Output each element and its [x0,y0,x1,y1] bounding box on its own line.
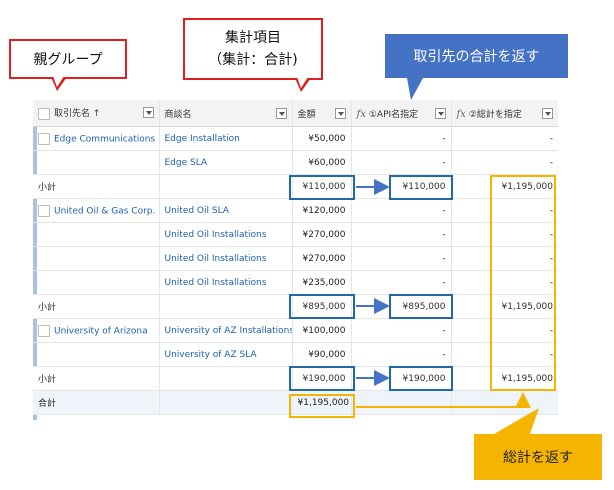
empty-cell [158,390,292,415]
account-cell [33,246,159,271]
grand-total-callout: 総計を返す [474,434,602,480]
formula1-cell: - [350,342,451,367]
aggregate-field-callout: 集計項目 （集計：合計) [183,18,323,92]
account-cell[interactable]: University of Arizona [33,318,159,343]
empty-cell [158,294,292,319]
table-row: United Oil & Gas Corp. United Oil SLA ¥120… [33,198,558,223]
table-row: United Oil Installations ¥270,000- - [33,222,558,247]
formula1-cell: - [350,198,451,223]
amount-cell: ¥270,000 [291,246,351,271]
account-cell[interactable]: United Oil & Gas Corp. [33,198,159,223]
account-total-callout-text: 取引先の合計を返す [413,49,540,65]
opportunity-link[interactable]: University of AZ Installations [158,318,292,343]
formula1-cell: - [350,318,451,343]
opportunity-link[interactable]: United Oil Installations [158,222,292,247]
subtotal-label: 小計 [33,174,159,199]
checkbox-icon[interactable] [38,107,50,120]
amount-cell: ¥100,000 [291,318,351,343]
chevron-down-icon[interactable] [142,107,154,119]
chevron-down-icon[interactable] [334,107,346,119]
amount-cell: ¥90,000 [291,342,351,367]
highlight-grand-column [490,175,556,391]
highlight-subtotal-amount-2 [289,294,355,319]
checkbox-icon[interactable] [38,204,50,217]
table-row: Edge SLA ¥60,000- - [33,150,558,175]
amount-cell: ¥270,000 [291,222,351,247]
account-cell [33,150,159,175]
col-header-opportunity[interactable]: 商談名 [158,100,292,127]
formula1-cell: - [350,270,451,295]
amount-cell: ¥120,000 [291,198,351,223]
account-link[interactable]: United Oil & Gas Corp. [54,206,155,216]
amount-cell: ¥50,000 [291,126,351,151]
grand-total-label: 合計 [33,390,159,415]
col-formula1-label: ①API名指定 [368,109,419,120]
amount-cell: ¥235,000 [291,270,351,295]
col-opportunity-label: 商談名 [164,109,192,120]
account-cell [33,222,159,247]
empty-cell [158,174,292,199]
parent-group-callout: 親グループ [9,39,127,91]
col-header-formula1[interactable]: fx ①API名指定 [350,100,451,127]
col-header-formula2[interactable]: fx ②総計を指定 [450,100,558,127]
chevron-down-icon[interactable] [542,107,553,119]
grand-total-callout-text: 総計を返す [503,450,573,466]
checkbox-icon[interactable] [38,324,50,337]
account-link[interactable]: Edge Communications [54,134,155,144]
empty-cell [158,366,292,391]
formula-icon: fx [456,108,466,120]
col-amount-label: 金額 [297,109,316,120]
formula1-cell: - [350,246,451,271]
aggregate-callout-line1: 集計項目 [225,30,281,46]
table-row: University of AZ SLA ¥90,000- - [33,342,558,367]
formula1-cell: - [350,126,451,151]
chevron-down-icon[interactable] [275,107,287,119]
opportunity-link[interactable]: Edge SLA [158,150,292,175]
chevron-down-icon[interactable] [434,107,446,119]
formula1-cell [350,390,451,415]
table-row: University of Arizona University of AZ In… [33,318,558,343]
sort-asc-icon: ↑ [92,109,101,120]
aggregate-callout-line2: （集計：合計) [208,52,298,68]
formula2-cell: - [450,150,558,175]
formula-icon: fx [356,108,366,120]
table-row: United Oil Installations ¥270,000- - [33,246,558,271]
table-row: Edge Communications Edge Installation ¥50,… [33,126,558,151]
col-header-account[interactable]: 取引先名 ↑ [33,100,159,127]
highlight-subtotal-f1-3 [389,366,453,391]
formula1-cell: - [350,222,451,247]
highlight-grand-total [289,394,355,418]
col-header-amount[interactable]: 金額 [291,100,351,127]
col-account-label: 取引先名 [54,109,91,120]
subtotal-label: 小計 [33,294,159,319]
highlight-subtotal-amount-3 [289,366,355,391]
subtotal-label: 小計 [33,366,159,391]
highlight-subtotal-f1-2 [389,294,453,319]
highlight-subtotal-amount-1 [289,175,355,200]
opportunity-link[interactable]: United Oil Installations [158,270,292,295]
opportunity-link[interactable]: United Oil SLA [158,198,292,223]
account-total-callout: 取引先の合計を返す [385,34,568,100]
account-cell [33,270,159,295]
col-formula2-label: ②総計を指定 [468,109,522,120]
parent-group-callout-text: 親グループ [33,52,103,68]
opportunity-link[interactable]: United Oil Installations [158,246,292,271]
opportunity-link[interactable]: Edge Installation [158,126,292,151]
formula1-cell: - [350,150,451,175]
amount-cell: ¥60,000 [291,150,351,175]
table-header-row: 取引先名 ↑ 商談名 金額 fx ①API名指定 fx ②総計を指定 [33,100,558,127]
account-cell[interactable]: Edge Communications [33,126,159,151]
table-row: United Oil Installations ¥235,000- - [33,270,558,295]
account-link[interactable]: University of Arizona [54,326,148,336]
highlight-subtotal-f1-1 [389,175,453,200]
checkbox-icon[interactable] [38,132,50,145]
account-cell [33,342,159,367]
opportunity-link[interactable]: University of AZ SLA [158,342,292,367]
formula2-cell: - [450,126,558,151]
